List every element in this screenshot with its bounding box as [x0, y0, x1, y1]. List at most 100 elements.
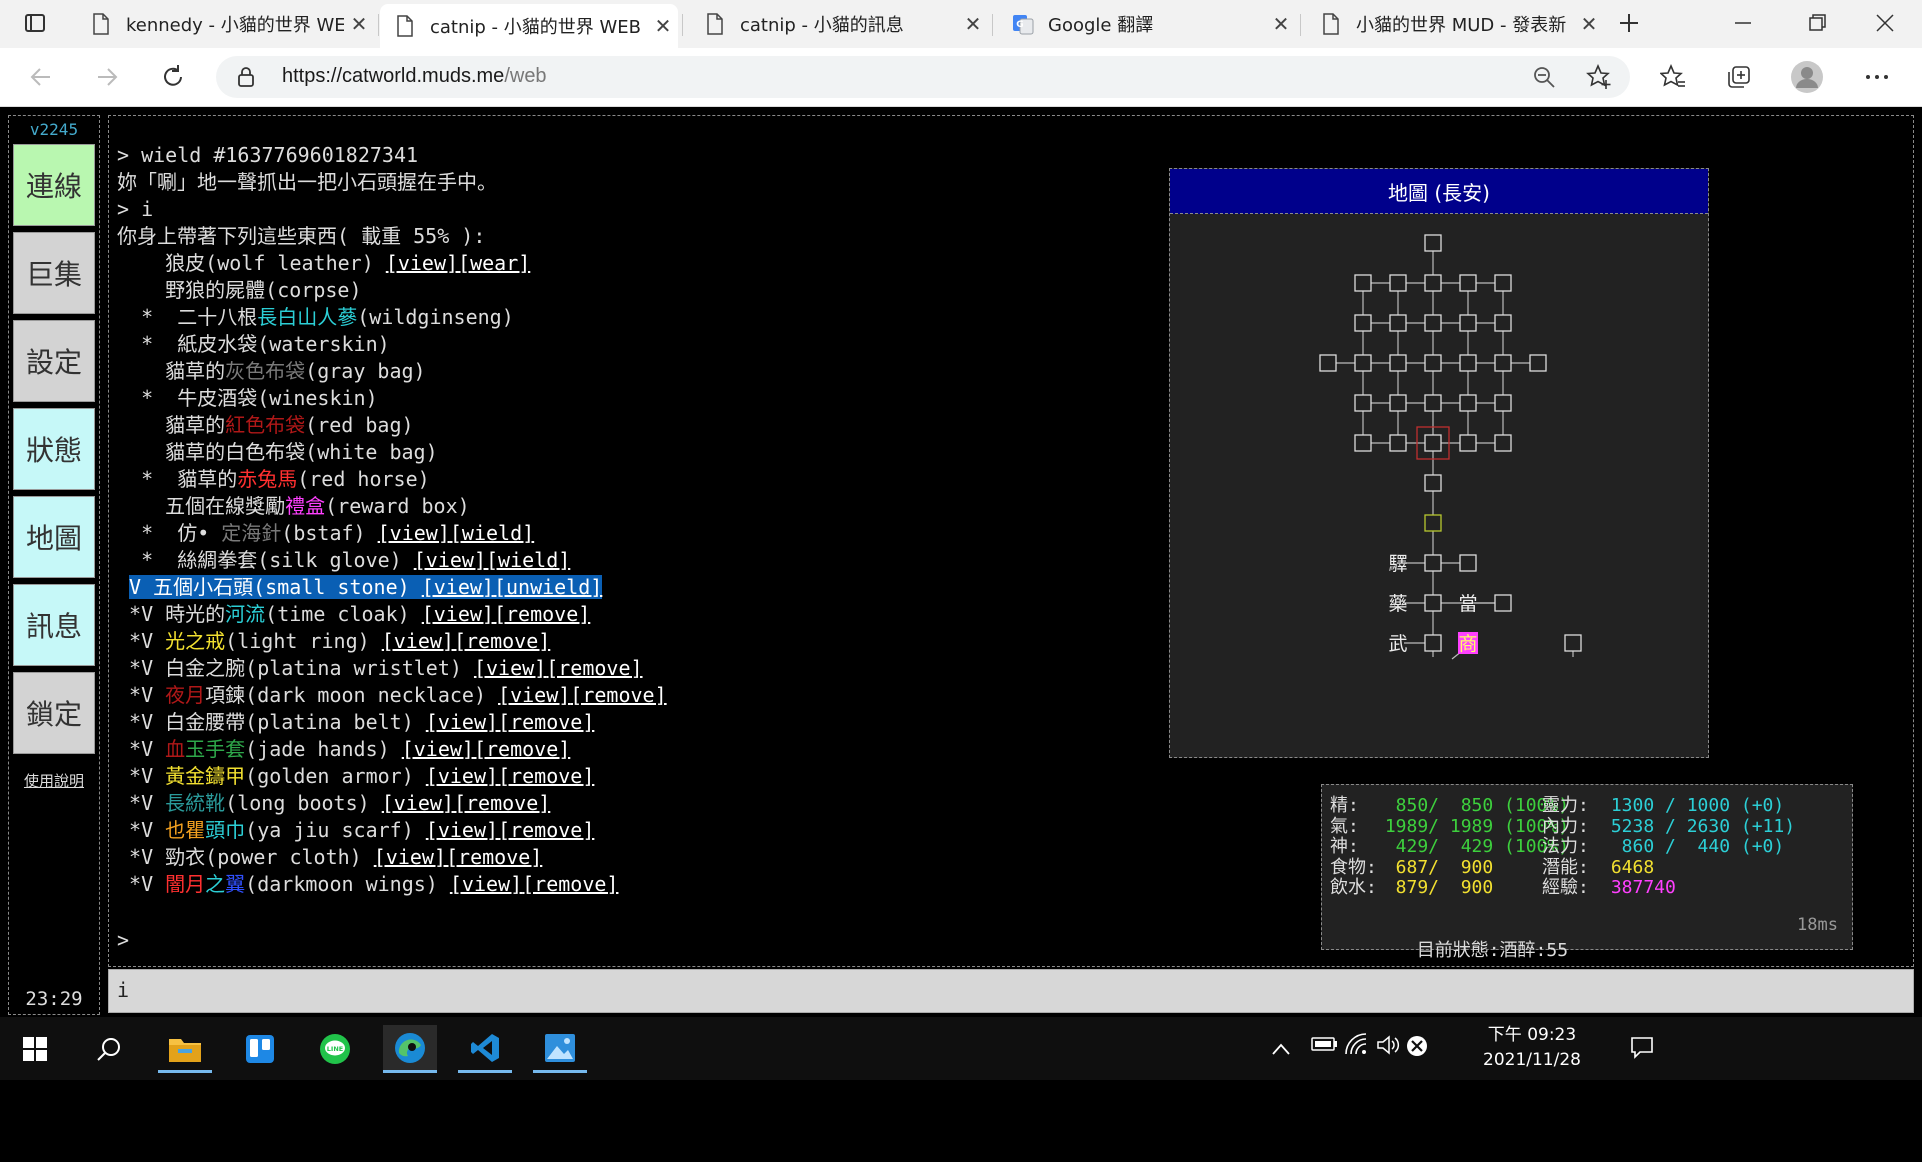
- map-room[interactable]: [1459, 274, 1477, 292]
- map-label-pharmacy[interactable]: 藥: [1388, 593, 1407, 615]
- connect-button[interactable]: 連線: [13, 144, 95, 226]
- add-favorite-icon[interactable]: [1586, 63, 1612, 94]
- wifi-icon[interactable]: [1344, 1033, 1368, 1060]
- map-room[interactable]: [1529, 354, 1547, 372]
- status-button[interactable]: 狀態: [13, 408, 95, 490]
- lock-icon[interactable]: [236, 66, 256, 92]
- map-room[interactable]: [1424, 394, 1442, 412]
- map-label-martial[interactable]: 武: [1388, 633, 1407, 655]
- map-room[interactable]: [1424, 634, 1442, 652]
- tab-actions-icon[interactable]: [14, 2, 56, 44]
- map-room[interactable]: [1494, 594, 1512, 612]
- map-room[interactable]: [1494, 434, 1512, 452]
- map-room[interactable]: [1424, 594, 1442, 612]
- tab-close-icon[interactable]: ✕: [648, 14, 678, 38]
- tab-close-icon[interactable]: ✕: [344, 12, 374, 36]
- command-link[interactable]: [remove]: [498, 818, 594, 842]
- chevron-up-icon[interactable]: [1272, 1039, 1290, 1060]
- command-link[interactable]: [view]: [382, 791, 454, 815]
- browser-tab[interactable]: catnip - 小貓的世界 WEB ✕: [380, 4, 678, 48]
- command-link[interactable]: [remove]: [546, 656, 642, 680]
- browser-tab[interactable]: catnip - 小貓的訊息 ✕: [690, 4, 988, 44]
- settings-button[interactable]: 設定: [13, 320, 95, 402]
- tab-close-icon[interactable]: ✕: [1574, 12, 1604, 36]
- map-room[interactable]: [1389, 434, 1407, 452]
- command-link[interactable]: [view]: [450, 872, 522, 896]
- map-room[interactable]: [1424, 554, 1442, 572]
- collections-icon[interactable]: [1718, 56, 1760, 98]
- map-room[interactable]: [1389, 394, 1407, 412]
- browser-tab[interactable]: kennedy - 小貓的世界 WE ✕: [76, 4, 374, 44]
- help-link[interactable]: 使用說明: [9, 770, 99, 791]
- command-link[interactable]: [wield]: [486, 548, 570, 572]
- command-link[interactable]: [view]: [421, 575, 494, 599]
- command-link[interactable]: [view]: [402, 737, 474, 761]
- command-link[interactable]: [remove]: [494, 602, 590, 626]
- map-room[interactable]: [1354, 274, 1372, 292]
- refresh-icon[interactable]: [152, 56, 194, 98]
- command-input[interactable]: i: [108, 969, 1914, 1013]
- map-room[interactable]: [1424, 274, 1442, 292]
- map-room[interactable]: [1494, 394, 1512, 412]
- map-room[interactable]: [1354, 394, 1372, 412]
- search-icon[interactable]: [82, 1025, 136, 1073]
- map-room[interactable]: [1424, 514, 1442, 532]
- profile-avatar-icon[interactable]: [1786, 56, 1828, 98]
- tab-close-icon[interactable]: ✕: [1266, 12, 1296, 36]
- close-window-icon[interactable]: [1864, 2, 1906, 44]
- map-button[interactable]: 地圖: [13, 496, 95, 578]
- macro-button[interactable]: 巨集: [13, 232, 95, 314]
- message-button[interactable]: 訊息: [13, 584, 95, 666]
- windows-start-icon[interactable]: [8, 1025, 62, 1073]
- command-link[interactable]: [remove]: [498, 764, 594, 788]
- command-link[interactable]: [view]: [378, 521, 450, 545]
- command-link[interactable]: [remove]: [454, 791, 550, 815]
- map-room[interactable]: [1494, 274, 1512, 292]
- tab-close-icon[interactable]: ✕: [958, 12, 988, 36]
- map-room[interactable]: [1424, 434, 1442, 452]
- command-link[interactable]: [view]: [498, 683, 570, 707]
- restore-icon[interactable]: [1796, 2, 1838, 44]
- volume-icon[interactable]: [1376, 1034, 1400, 1061]
- photos-icon[interactable]: [533, 1025, 587, 1073]
- map-room[interactable]: [1354, 434, 1372, 452]
- command-link[interactable]: [view]: [414, 548, 486, 572]
- command-link[interactable]: [unwield]: [493, 575, 603, 599]
- command-link[interactable]: [view]: [374, 845, 446, 869]
- url-text[interactable]: https://catworld.muds.me/web: [282, 65, 547, 88]
- trello-icon[interactable]: [233, 1025, 287, 1073]
- command-link[interactable]: [view]: [426, 818, 498, 842]
- minimize-icon[interactable]: [1722, 2, 1764, 44]
- taskbar-clock[interactable]: 下午 09:23 2021/11/28: [1462, 1023, 1602, 1073]
- map-room[interactable]: [1459, 554, 1477, 572]
- vscode-icon[interactable]: [458, 1025, 512, 1073]
- map-room[interactable]: [1424, 234, 1442, 252]
- address-bar[interactable]: https://catworld.muds.me/web: [216, 56, 1630, 98]
- forward-icon[interactable]: [86, 56, 128, 98]
- command-link[interactable]: [remove]: [570, 683, 666, 707]
- browser-tab[interactable]: 小貓的世界 MUD - 發表新 ✕: [1306, 4, 1604, 44]
- map-label-shop[interactable]: 商: [1458, 633, 1477, 655]
- command-link[interactable]: [view]: [426, 764, 498, 788]
- map-room[interactable]: [1564, 634, 1582, 652]
- line-icon[interactable]: LINE: [308, 1025, 362, 1073]
- file-explorer-icon[interactable]: [158, 1025, 212, 1073]
- lock-button[interactable]: 鎖定: [13, 672, 95, 754]
- back-icon[interactable]: [20, 56, 62, 98]
- map-room[interactable]: [1494, 354, 1512, 372]
- map-room[interactable]: [1424, 354, 1442, 372]
- notifications-icon[interactable]: [1630, 1035, 1654, 1064]
- command-link[interactable]: [view]: [426, 710, 498, 734]
- more-menu-icon[interactable]: [1856, 56, 1898, 98]
- command-link[interactable]: [wear]: [458, 251, 530, 275]
- command-link[interactable]: [remove]: [474, 737, 570, 761]
- map-label-post[interactable]: 驛: [1388, 553, 1407, 575]
- new-tab-button[interactable]: [1608, 2, 1650, 44]
- map-room[interactable]: [1354, 354, 1372, 372]
- edge-icon[interactable]: [383, 1025, 437, 1073]
- map-room[interactable]: [1424, 474, 1442, 492]
- command-link[interactable]: [view]: [422, 602, 494, 626]
- mute-notifications-icon[interactable]: [1406, 1035, 1428, 1062]
- map-room[interactable]: [1459, 394, 1477, 412]
- battery-icon[interactable]: [1310, 1035, 1338, 1058]
